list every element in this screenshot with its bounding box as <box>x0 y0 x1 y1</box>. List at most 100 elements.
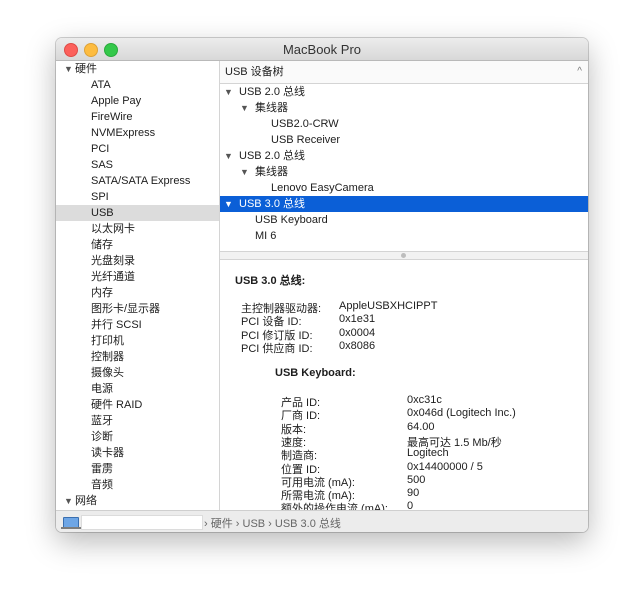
sidebar-item[interactable]: PCI <box>56 141 219 157</box>
sidebar-item[interactable]: 摄像头 <box>56 365 219 381</box>
property-value: 0x0004 <box>339 326 376 339</box>
tree-header-label: USB 设备树 <box>225 66 284 78</box>
device-title: USB Keyboard: <box>275 367 356 379</box>
tree-row[interactable]: USB Keyboard <box>220 212 588 228</box>
tree-row[interactable]: ▼ USB 3.0 总线 <box>220 196 588 212</box>
sidebar: ▼ 硬件 ATA Apple Pay FireWire NVMExpress PCI SA… <box>56 61 220 510</box>
sidebar-item[interactable]: 音频 <box>56 477 219 493</box>
system-information-window: MacBook Pro ▼ 硬件 ATA Apple Pay FireWire NVM… <box>56 38 588 532</box>
property-value: AppleUSBXHCIPPT <box>339 300 438 312</box>
sidebar-item-label: 诊断 <box>91 431 113 443</box>
sidebar-item-label: SATA/SATA Express <box>91 175 191 187</box>
sidebar-item[interactable]: USB <box>56 205 219 221</box>
sidebar-item-label: FireWire <box>91 111 133 123</box>
sidebar-item[interactable]: SPI <box>56 189 219 205</box>
detail-pane: USB 3.0 总线: 主控制器驱动器: AppleUSBXHCIPPT PCI 设… <box>220 260 588 510</box>
property-value: 500 <box>407 473 426 486</box>
property-key: 额外的操作电流 (mA): <box>281 503 388 510</box>
disclosure-triangle-icon[interactable]: ▼ <box>224 148 233 164</box>
property-value: 0x046d (Logitech Inc.) <box>407 407 516 420</box>
sidebar-item-label: Apple Pay <box>91 95 142 107</box>
sidebar-item[interactable]: 储存 <box>56 237 219 253</box>
disclosure-triangle-icon[interactable]: ▼ <box>224 196 233 212</box>
tree-row-label: 集线器 <box>255 102 288 114</box>
sidebar-item[interactable]: 硬件 RAID <box>56 397 219 413</box>
property-value: Logitech <box>407 447 449 460</box>
sidebar-item[interactable]: NVMExpress <box>56 125 219 141</box>
disclosure-triangle-icon[interactable]: ▼ <box>240 100 249 116</box>
sidebar-item-label: SPI <box>91 191 109 203</box>
sidebar-item[interactable]: 蓝牙 <box>56 413 219 429</box>
sidebar-item[interactable]: 以太网卡 <box>56 221 219 237</box>
sidebar-item-label: 光盘刻录 <box>91 255 135 267</box>
tree-row-label: Lenovo EasyCamera <box>271 182 374 194</box>
usb-device-tree: ▼ USB 2.0 总线 ▼ 集线器 USB2.0-CRW USB Receiver ▼ US… <box>220 84 588 244</box>
pane-splitter[interactable] <box>220 251 588 260</box>
sidebar-item[interactable]: 控制器 <box>56 349 219 365</box>
breadcrumb: › 硬件 › USB › USB 3.0 总线 <box>204 518 341 530</box>
disclosure-triangle-icon[interactable]: ▼ <box>64 493 73 509</box>
sidebar-item-label: 图形卡/显示器 <box>91 303 161 315</box>
tree-row-label: USB Receiver <box>271 134 341 146</box>
sidebar-item[interactable]: 诊断 <box>56 429 219 445</box>
sidebar-item[interactable]: 雷雳 <box>56 461 219 477</box>
tree-row-label: MI 6 <box>255 230 277 242</box>
sidebar-item-label: 内存 <box>91 287 113 299</box>
tree-row[interactable]: MI 6 <box>220 228 588 244</box>
detail-title: USB 3.0 总线: <box>235 275 306 287</box>
sidebar-item[interactable]: 图形卡/显示器 <box>56 301 219 317</box>
sidebar-item[interactable]: 打印机 <box>56 333 219 349</box>
sidebar-item[interactable]: 内存 <box>56 285 219 301</box>
sidebar-item[interactable]: 电源 <box>56 381 219 397</box>
sidebar-group-hardware[interactable]: ▼ 硬件 <box>56 61 219 77</box>
sidebar-item-label: PCI <box>91 143 110 155</box>
sidebar-item-label: 并行 SCSI <box>91 319 142 331</box>
tree-row[interactable]: Lenovo EasyCamera <box>220 180 588 196</box>
sidebar-item[interactable]: 光纤通道 <box>56 269 219 285</box>
tree-row[interactable]: ▼ USB 2.0 总线 <box>220 148 588 164</box>
sidebar-item[interactable]: SATA/SATA Express <box>56 173 219 189</box>
sidebar-item-label: 储存 <box>91 239 113 251</box>
title-bar[interactable]: MacBook Pro <box>56 38 588 61</box>
property-key: PCI 供应商 ID: <box>241 342 313 355</box>
disclosure-triangle-icon[interactable]: ▼ <box>224 84 233 100</box>
status-bar: › 硬件 › USB › USB 3.0 总线 <box>56 510 588 532</box>
tree-row-label: USB 2.0 总线 <box>239 150 306 162</box>
sidebar-group-network[interactable]: ▼ 网络 <box>56 493 219 509</box>
sidebar-item-label: 控制器 <box>91 351 124 363</box>
splitter-handle-icon[interactable] <box>401 253 406 258</box>
sidebar-item-label: 摄像头 <box>91 367 124 379</box>
sidebar-item-label: 音频 <box>91 479 113 491</box>
sidebar-item[interactable]: FireWire <box>56 109 219 125</box>
sidebar-item-label: 蓝牙 <box>91 415 113 427</box>
property-value: 0x14400000 / 5 <box>407 460 483 473</box>
sidebar-item-label: NVMExpress <box>91 127 156 139</box>
tree-row-label: USB Keyboard <box>255 214 328 226</box>
tree-row[interactable]: ▼ 集线器 <box>220 100 588 116</box>
tree-row[interactable]: ▼ USB 2.0 总线 <box>220 84 588 100</box>
sidebar-item[interactable]: 并行 SCSI <box>56 317 219 333</box>
sidebar-item-list: ATA Apple Pay FireWire NVMExpress PCI SAS SATA… <box>56 77 219 493</box>
disclosure-triangle-icon[interactable]: ▼ <box>240 164 249 180</box>
tree-row[interactable]: ▼ 集线器 <box>220 164 588 180</box>
sidebar-item[interactable]: 读卡器 <box>56 445 219 461</box>
sidebar-item[interactable]: Apple Pay <box>56 93 219 109</box>
sidebar-item-label: 电源 <box>91 383 113 395</box>
sidebar-item-label: USB <box>91 207 114 219</box>
tree-header[interactable]: USB 设备树 ^ <box>220 61 588 84</box>
sidebar-item-label: 以太网卡 <box>91 223 135 235</box>
tree-row[interactable]: USB2.0-CRW <box>220 116 588 132</box>
content-pane: USB 设备树 ^ ▼ USB 2.0 总线 ▼ 集线器 USB2.0-CRW USB R… <box>220 61 588 510</box>
tree-row-label: USB 2.0 总线 <box>239 86 306 98</box>
computer-icon <box>61 517 81 529</box>
sidebar-item-label: ATA <box>91 79 111 91</box>
property-value: 0x1e31 <box>339 313 376 326</box>
sidebar-item-label: 硬件 RAID <box>91 399 143 411</box>
sidebar-item[interactable]: 光盘刻录 <box>56 253 219 269</box>
disclosure-triangle-icon[interactable]: ▼ <box>64 61 73 77</box>
window-title: MacBook Pro <box>282 42 362 57</box>
sort-caret-icon[interactable]: ^ <box>577 61 582 83</box>
sidebar-item[interactable]: ATA <box>56 77 219 93</box>
sidebar-item[interactable]: SAS <box>56 157 219 173</box>
tree-row[interactable]: USB Receiver <box>220 132 588 148</box>
